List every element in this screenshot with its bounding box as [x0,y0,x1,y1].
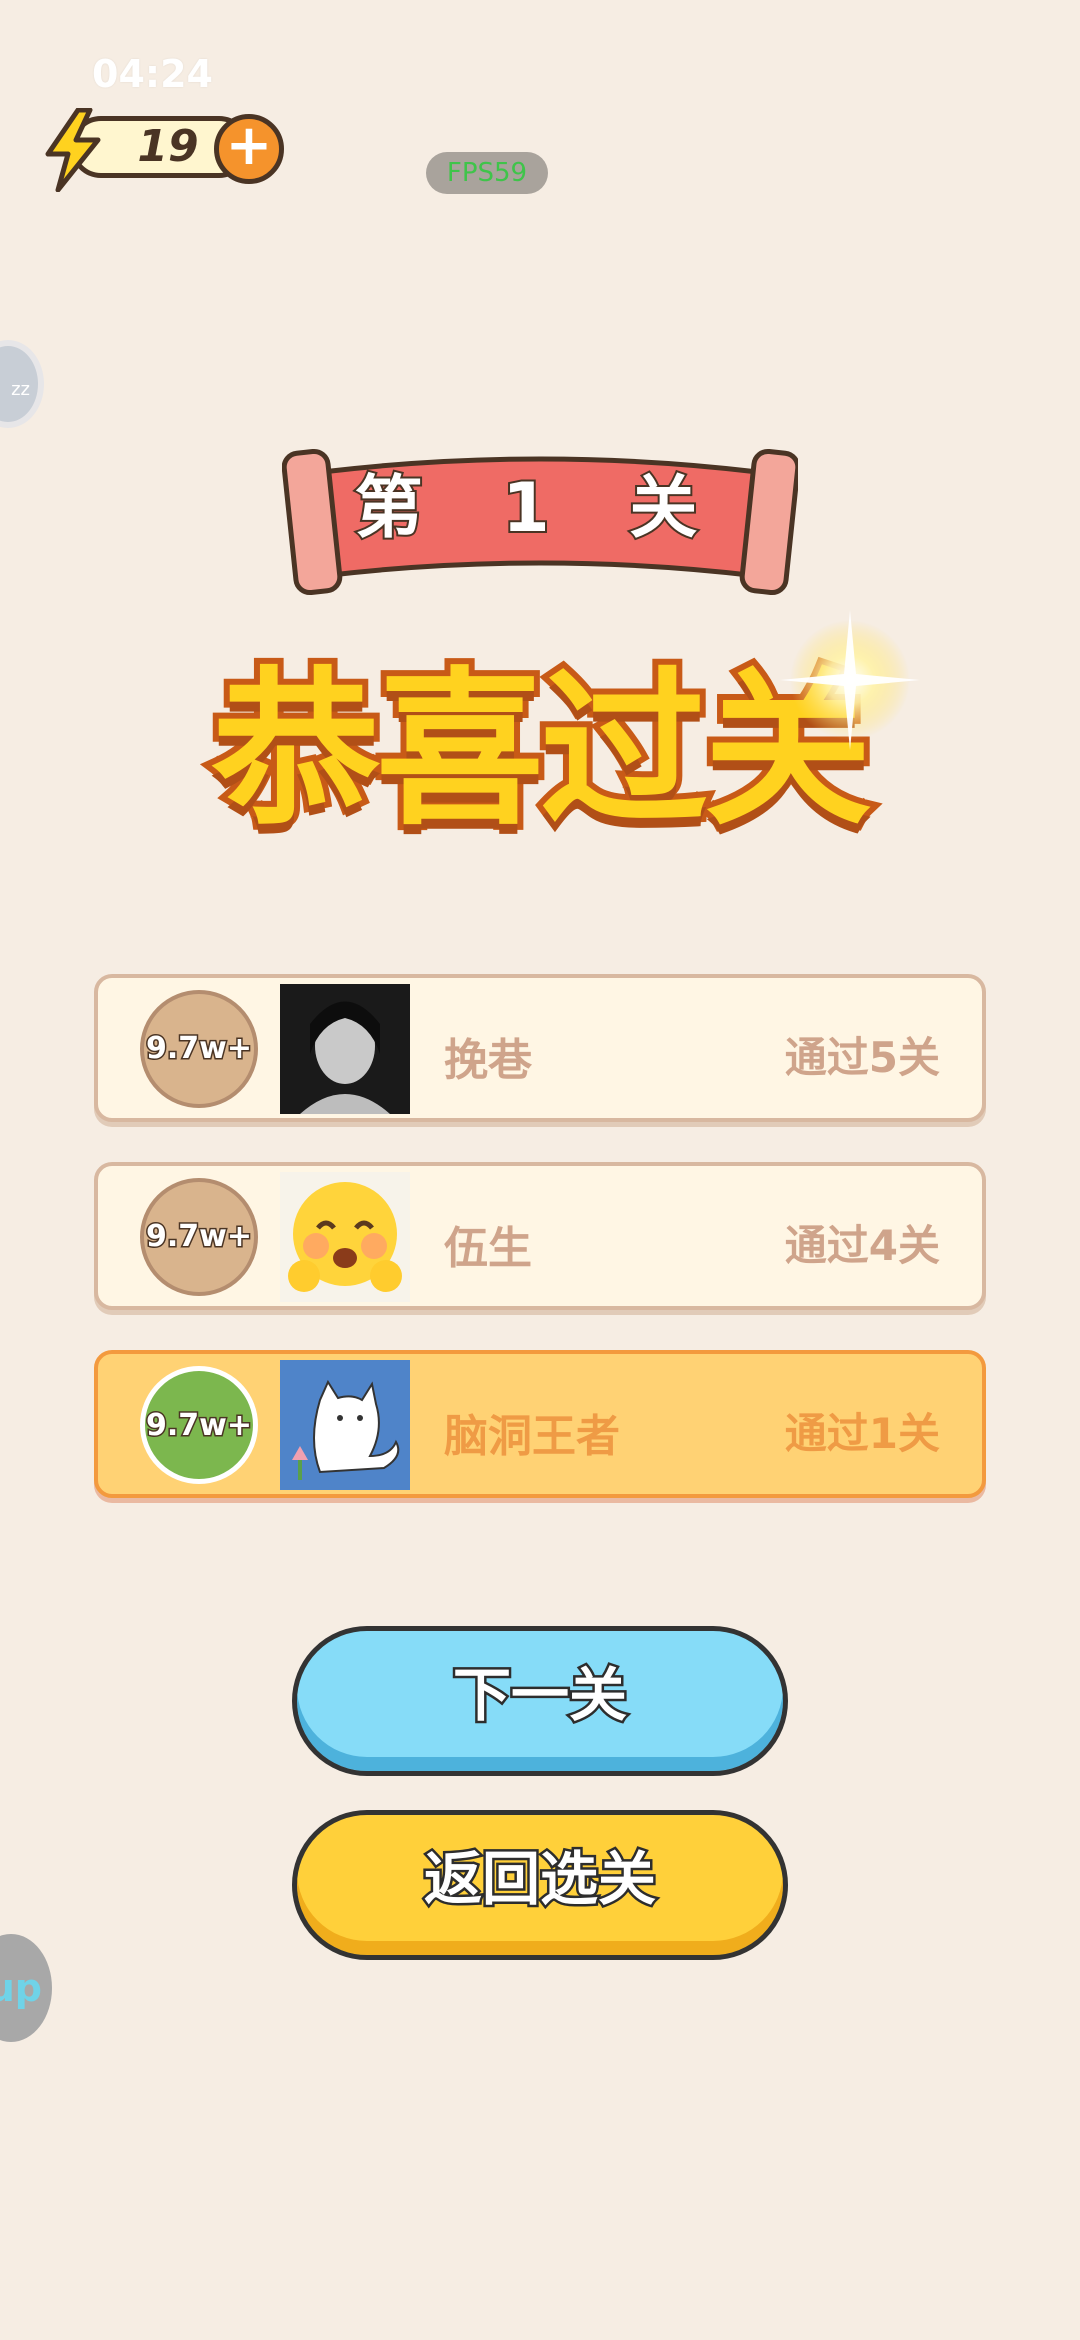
avatar [280,984,410,1114]
player-name: 挽巷 [444,1035,532,1086]
sparkle-icon [780,610,920,750]
floating-zz-button[interactable]: zz [0,340,44,428]
level-label: 第 1 关 [353,467,726,550]
player-progress: 通过4关 [784,1221,940,1270]
energy-value: 19 [137,121,199,172]
player-count-badge: 9.7w+ [140,990,258,1108]
player-count-badge: 9.7w+ [140,1366,258,1484]
fps-indicator: FPS59 [426,152,548,194]
player-progress: 通过1关 [784,1409,940,1458]
next-level-button[interactable]: 下一关 [292,1626,788,1776]
avatar [280,1172,410,1302]
player-name: 伍生 [444,1223,532,1274]
player-progress: 通过5关 [784,1033,940,1082]
floating-up-button[interactable]: up [0,1934,52,2042]
status-time: 04:24 [92,52,213,96]
player-count-badge: 9.7w+ [140,1178,258,1296]
avatar [280,1360,410,1490]
lightning-icon [45,108,101,192]
add-energy-button[interactable]: + [214,114,284,184]
player-name: 脑洞王者 [444,1411,620,1462]
back-to-level-select-button[interactable]: 返回选关 [292,1810,788,1960]
